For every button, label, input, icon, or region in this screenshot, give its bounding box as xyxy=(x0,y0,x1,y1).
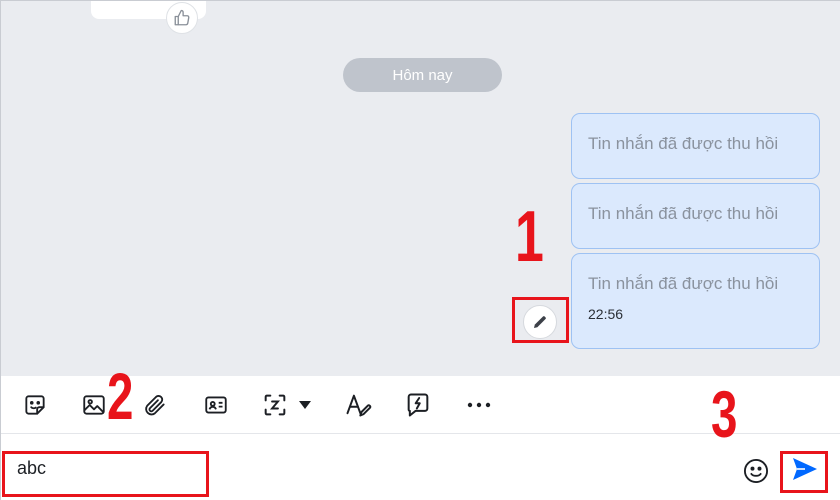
smiley-icon xyxy=(743,458,769,484)
recalled-message[interactable]: Tin nhắn đã được thu hồi 22:56 xyxy=(571,253,820,349)
quick-message-icon xyxy=(407,393,429,417)
step-marker-2: 2 xyxy=(107,359,134,433)
more-options-button[interactable] xyxy=(464,390,494,420)
attachment-button[interactable] xyxy=(140,390,170,420)
step-marker-1: 1 xyxy=(515,197,544,277)
send-button-highlight xyxy=(780,451,828,493)
message-timestamp: 22:56 xyxy=(588,306,624,322)
image-button[interactable] xyxy=(79,390,109,420)
chat-window: Hôm nay Tin nhắn đã được thu hồi Tin nhắ… xyxy=(0,0,840,500)
recalled-message[interactable]: Tin nhắn đã được thu hồi xyxy=(571,183,820,249)
screenshot-button[interactable] xyxy=(260,390,290,420)
text-format-icon xyxy=(346,394,372,417)
text-format-button[interactable] xyxy=(343,390,373,420)
emoji-button[interactable] xyxy=(741,456,771,486)
date-separator: Hôm nay xyxy=(343,58,502,92)
more-icon xyxy=(467,402,491,408)
contact-card-icon xyxy=(205,396,227,414)
step-marker-3: 3 xyxy=(711,377,738,451)
input-highlight xyxy=(2,451,209,497)
message-list[interactable]: Hôm nay Tin nhắn đã được thu hồi Tin nhắ… xyxy=(1,1,840,376)
caret-down-icon xyxy=(299,401,311,409)
edit-button-highlight xyxy=(512,297,569,343)
like-reaction-button[interactable] xyxy=(166,2,198,34)
sticker-button[interactable] xyxy=(20,390,50,420)
image-icon xyxy=(83,395,105,415)
message-text: Tin nhắn đã được thu hồi xyxy=(588,274,779,293)
screenshot-options-dropdown[interactable] xyxy=(295,390,315,420)
recalled-message[interactable]: Tin nhắn đã được thu hồi xyxy=(571,113,820,179)
message-text: Tin nhắn đã được thu hồi xyxy=(588,134,779,153)
attachment-icon xyxy=(145,395,165,416)
contact-card-button[interactable] xyxy=(201,390,231,420)
screenshot-icon xyxy=(264,394,286,416)
message-text: Tin nhắn đã được thu hồi xyxy=(588,204,779,223)
sticker-icon xyxy=(25,395,45,415)
quick-message-button[interactable] xyxy=(403,390,433,420)
thumbs-up-icon xyxy=(174,9,190,26)
